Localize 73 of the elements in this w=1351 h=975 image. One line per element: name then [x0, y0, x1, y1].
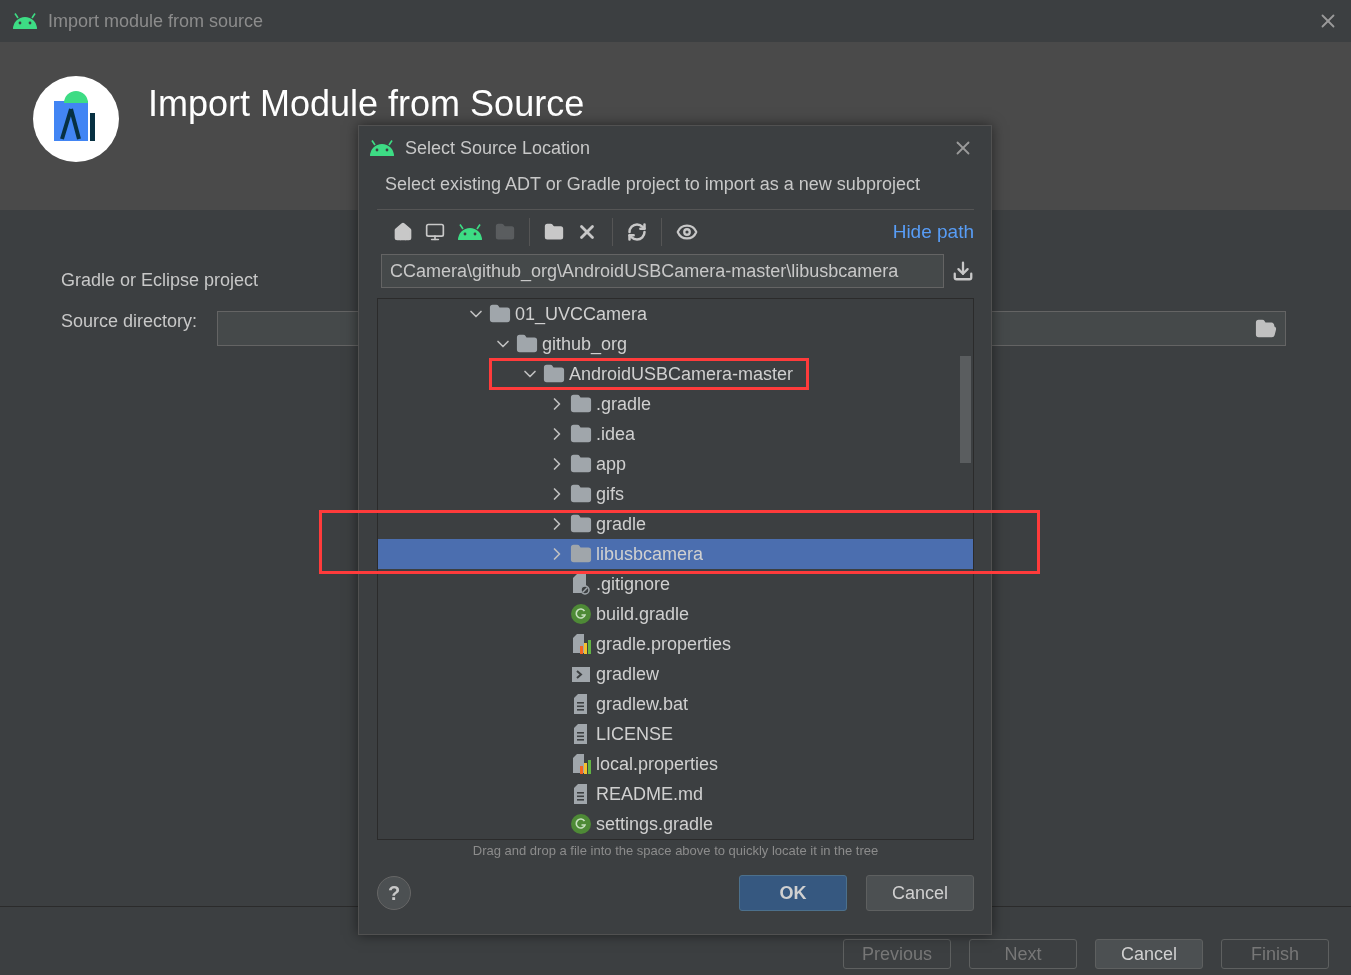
tree-item-label: LICENSE	[596, 723, 674, 745]
window-title: Import module from source	[48, 10, 264, 32]
tree-item-label: README.md	[596, 783, 703, 805]
tree-item-label: build.gradle	[596, 603, 690, 625]
tree-row[interactable]: README.md	[378, 779, 973, 809]
tree-row[interactable]: app	[378, 449, 973, 479]
tree-item-label: libusbcamera	[596, 543, 704, 565]
gradle-file-icon	[570, 603, 592, 625]
folder-icon	[570, 453, 592, 475]
monitor-icon	[425, 222, 445, 242]
tree-row[interactable]: github_org	[378, 329, 973, 359]
tree-row[interactable]: gradlew.bat	[378, 689, 973, 719]
dialog-button[interactable]: OK	[739, 875, 847, 911]
wizard-button[interactable]: Cancel	[1095, 939, 1203, 969]
android-icon	[12, 13, 38, 29]
tree-item-label: .gitignore	[596, 573, 671, 595]
properties-file-icon	[570, 753, 592, 775]
download-button[interactable]	[952, 260, 974, 282]
folder-icon	[516, 333, 538, 355]
section-label: Gradle or Eclipse project	[61, 270, 259, 291]
tree-item-label: 01_UVCCamera	[515, 303, 648, 325]
folder-icon	[495, 222, 515, 242]
tree-row[interactable]: build.gradle	[378, 599, 973, 629]
tree-item-label: gradlew.bat	[596, 693, 689, 715]
folder-icon	[570, 543, 592, 565]
tree-row[interactable]: gifs	[378, 479, 973, 509]
dialog-button[interactable]: Cancel	[866, 875, 974, 911]
folder-open-icon[interactable]	[1255, 317, 1277, 340]
page-title: Import Module from Source	[148, 86, 585, 122]
tree-item-label: github_org	[542, 333, 628, 355]
properties-file-icon	[570, 633, 592, 655]
tree-item-label: local.properties	[596, 753, 719, 775]
folder-icon	[543, 363, 565, 385]
folder-icon	[570, 423, 592, 445]
folder-icon	[570, 483, 592, 505]
tree-row[interactable]: settings.gradle	[378, 809, 973, 839]
tree-item-label: .gradle	[596, 393, 652, 415]
tree-item-label: gradlew	[596, 663, 660, 685]
dialog-title: Select Source Location	[405, 137, 591, 159]
path-field[interactable]: CCamera\github_org\AndroidUSBCamera-master\libusbcamera	[381, 254, 944, 288]
tree-row[interactable]: gradle	[378, 509, 973, 539]
tree-item-label: gradle	[596, 513, 647, 535]
android-icon	[369, 140, 395, 156]
tree-row[interactable]: 01_UVCCamera	[378, 299, 973, 329]
android-icon	[457, 224, 483, 240]
tree-row[interactable]: .gitignore	[378, 569, 973, 599]
tree-item-label: settings.gradle	[596, 813, 714, 835]
hide-path-link[interactable]: Hide path	[892, 221, 974, 243]
scrollbar[interactable]	[960, 356, 971, 463]
folder-icon	[570, 513, 592, 535]
dialog-description: Select existing ADT or Gradle project to import as a new subproject	[377, 170, 974, 210]
tree-item-label: gifs	[596, 483, 624, 505]
field-label: Source directory:	[61, 311, 198, 332]
folder-icon	[489, 303, 511, 325]
tree-item-label: gradle.properties	[596, 633, 732, 655]
tree-item-label: AndroidUSBCamera-master	[569, 363, 794, 385]
tree-row[interactable]: AndroidUSBCamera-master	[378, 359, 973, 389]
tree-row[interactable]: gradlew	[378, 659, 973, 689]
help-button[interactable]: ?	[377, 876, 411, 910]
gradle-file-icon	[570, 813, 592, 835]
tree-row[interactable]: LICENSE	[378, 719, 973, 749]
tree-row[interactable]: .idea	[378, 419, 973, 449]
hint-text: Drag and drop a file into the space above to quickly locate it in the tree	[471, 843, 880, 858]
new-folder-icon	[544, 222, 564, 242]
tree-row[interactable]: gradle.properties	[378, 629, 973, 659]
ignored-file-icon	[570, 573, 592, 595]
tree-row[interactable]: .gradle	[378, 389, 973, 419]
tree-item-label: app	[596, 453, 627, 475]
folder-icon	[570, 393, 592, 415]
home-icon	[393, 222, 413, 242]
tree-item-label: .idea	[596, 423, 636, 445]
refresh-icon	[627, 222, 647, 242]
tree-row[interactable]: local.properties	[378, 749, 973, 779]
